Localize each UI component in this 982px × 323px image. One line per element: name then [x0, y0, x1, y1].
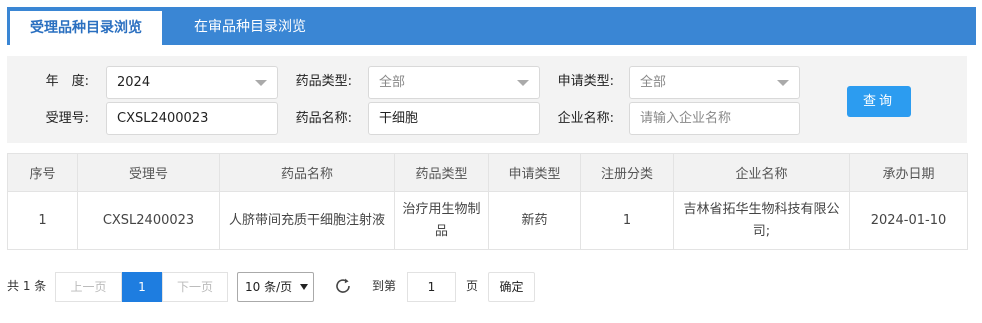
tab-accepted-catalog[interactable]: 受理品种目录浏览 [10, 11, 162, 45]
refresh-icon [336, 278, 350, 293]
table-row: 1 CXSL2400023 人脐带间充质干细胞注射液 治疗用生物制品 新药 1 … [7, 191, 968, 250]
goto-page-input[interactable]: 1 [407, 272, 456, 302]
chevron-down-icon [300, 284, 308, 290]
col-header-accept-no: 受理号 [77, 153, 220, 192]
cell-apply-type: 新药 [488, 191, 581, 250]
apply-type-select[interactable]: 全部 [629, 66, 800, 99]
chevron-down-icon [517, 80, 529, 86]
next-page-button[interactable]: 下一页 [162, 272, 228, 302]
tab-under-review-catalog[interactable]: 在审品种目录浏览 [175, 7, 325, 45]
cell-accept-no: CXSL2400023 [77, 191, 220, 250]
accept-no-input[interactable]: CXSL2400023 [106, 102, 278, 135]
col-header-drug-type: 药品类型 [394, 153, 489, 192]
apply-type-value: 全部 [640, 75, 667, 90]
cell-company: 吉林省拓华生物科技有限公司; [673, 191, 850, 250]
goto-suffix: 页 [465, 279, 478, 293]
drug-name-input[interactable]: 干细胞 [368, 102, 540, 135]
goto-confirm-button[interactable]: 确定 [488, 272, 535, 302]
company-label: 企业名称: [557, 111, 614, 126]
year-select[interactable]: 2024 [106, 66, 278, 99]
drug-name-label: 药品名称: [295, 111, 352, 126]
total-count: 共 1 条 [7, 279, 47, 293]
table-header-row: 序号 受理号 药品名称 药品类型 申请类型 注册分类 企业名称 承办日期 [7, 153, 968, 192]
results-table: 序号 受理号 药品名称 药品类型 申请类型 注册分类 企业名称 承办日期 1 C… [7, 153, 968, 250]
col-header-company: 企业名称 [673, 153, 850, 192]
drug-type-select[interactable]: 全部 [368, 66, 540, 99]
accept-no-label: 受理号: [45, 111, 89, 126]
company-input[interactable]: 请输入企业名称 [629, 102, 800, 135]
refresh-button[interactable] [330, 272, 356, 302]
page-1-button[interactable]: 1 [122, 272, 162, 302]
chevron-down-icon [255, 80, 267, 86]
col-header-apply-type: 申请类型 [488, 153, 581, 192]
cell-reg-class: 1 [580, 191, 674, 250]
drug-type-label: 药品类型: [295, 74, 352, 89]
cell-drug-type: 治疗用生物制品 [394, 191, 489, 250]
chevron-down-icon [777, 80, 789, 86]
col-header-index: 序号 [7, 153, 78, 192]
cell-drug-name: 人脐带间充质干细胞注射液 [219, 191, 395, 250]
filter-panel: 年 度: 2024 药品类型: 全部 申请类型: 全部 受理号: CXSL240… [7, 56, 967, 143]
page-size-value: 10 条/页 [245, 280, 293, 294]
prev-page-button[interactable]: 上一页 [55, 272, 122, 302]
drug-type-value: 全部 [379, 75, 406, 90]
cell-index: 1 [7, 191, 78, 250]
year-value: 2024 [117, 75, 151, 90]
col-header-drug-name: 药品名称 [219, 153, 395, 192]
cell-date: 2024-01-10 [849, 191, 968, 250]
apply-type-label: 申请类型: [557, 74, 614, 89]
query-button[interactable]: 查询 [847, 86, 911, 117]
year-label: 年 度: [45, 74, 89, 89]
page-size-select[interactable]: 10 条/页 [237, 272, 314, 302]
tab-bar: 受理品种目录浏览 在审品种目录浏览 [7, 7, 976, 45]
col-header-date: 承办日期 [849, 153, 968, 192]
goto-prefix: 到第 [371, 279, 396, 293]
col-header-reg-class: 注册分类 [580, 153, 674, 192]
